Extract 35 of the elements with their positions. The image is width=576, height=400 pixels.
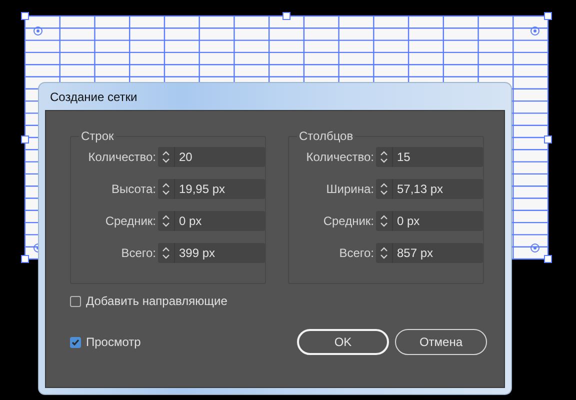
dialog-button[interactable]: OK: [297, 329, 389, 355]
checkbox[interactable]: [70, 336, 81, 348]
spinner-icon[interactable]: [376, 211, 392, 231]
field-label: Всего:: [338, 246, 375, 260]
input-field[interactable]: 15: [392, 147, 483, 167]
field-label: Ширина:: [325, 182, 375, 196]
checkbox-label: Добавить направляющие: [86, 294, 228, 308]
input-field[interactable]: 20: [174, 147, 265, 167]
checkbox[interactable]: [70, 296, 81, 306]
spinner-icon[interactable]: [158, 211, 174, 231]
field-label: Количество:: [87, 150, 157, 164]
group-title: Строк: [80, 129, 115, 143]
spinner-icon[interactable]: [376, 147, 392, 167]
spinner-icon[interactable]: [376, 243, 392, 263]
spinner-icon[interactable]: [376, 179, 392, 199]
field-label: Средник:: [322, 214, 375, 228]
window-title: Создание сетки: [50, 90, 138, 104]
checkbox-option[interactable]: Добавить направляющие: [70, 294, 487, 308]
spinner-icon[interactable]: [158, 147, 174, 167]
input-field[interactable]: 0 px: [392, 211, 483, 231]
field-label: Высота:: [110, 182, 157, 196]
field-label: Количество:: [305, 150, 375, 164]
dialog-button[interactable]: Отмена: [395, 329, 487, 355]
field-label: Средник:: [104, 214, 157, 228]
input-field[interactable]: 19,95 px: [174, 179, 265, 199]
spinner-icon[interactable]: [158, 179, 174, 199]
input-field[interactable]: 57,13 px: [392, 179, 483, 199]
field-label: Всего:: [120, 246, 157, 260]
input-field[interactable]: 857 px: [392, 243, 483, 263]
spinner-icon[interactable]: [158, 243, 174, 263]
input-field[interactable]: 0 px: [174, 211, 265, 231]
group-title: Столбцов: [298, 129, 354, 143]
checkbox-label: Просмотр: [86, 335, 141, 349]
input-field[interactable]: 399 px: [174, 243, 265, 263]
checkbox-option[interactable]: Просмотр: [70, 335, 141, 349]
